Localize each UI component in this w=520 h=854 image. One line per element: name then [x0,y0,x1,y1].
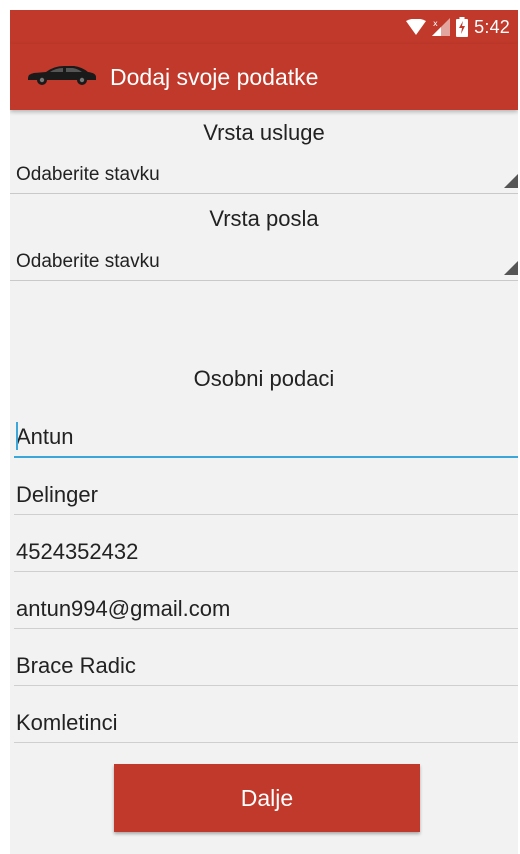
dropdown-triangle-icon [504,174,518,193]
next-button[interactable]: Dalje [114,764,420,832]
car-icon [26,64,98,91]
street-field[interactable] [14,638,518,686]
street-input[interactable] [14,653,518,679]
job-type-spinner[interactable]: Odaberite stavku [10,247,518,281]
city-input[interactable] [14,710,518,736]
email-field[interactable] [14,581,518,629]
page-title: Dodaj svoje podatke [110,63,319,90]
last-name-field[interactable] [14,467,518,515]
phone-input[interactable] [14,539,518,565]
text-cursor [16,422,18,450]
service-type-spinner[interactable]: Odaberite stavku [10,160,518,194]
personal-data-heading: Osobni podaci [193,366,335,391]
status-time: 5:42 [474,16,510,37]
last-name-input[interactable] [14,482,518,508]
svg-text:x: x [433,19,438,28]
battery-charging-icon [456,17,469,37]
app-screen: x 5:42 Dodaj svoje podatke Vrsta usluge … [10,10,518,854]
phone-field[interactable] [14,524,518,572]
job-type-selected: Odaberite stavku [16,251,160,272]
status-bar: x 5:42 [10,10,518,44]
dropdown-triangle-icon [504,261,518,280]
wifi-icon [406,19,427,35]
signal-icon: x [432,18,451,36]
first-name-field[interactable] [14,410,518,458]
first-name-input[interactable] [14,424,518,450]
app-bar: Dodaj svoje podatke [10,44,518,110]
service-type-selected: Odaberite stavku [16,164,160,185]
job-type-label: Vrsta posla [209,206,319,231]
service-type-label: Vrsta usluge [203,120,325,145]
email-input[interactable] [14,596,518,622]
city-field[interactable] [14,695,518,743]
